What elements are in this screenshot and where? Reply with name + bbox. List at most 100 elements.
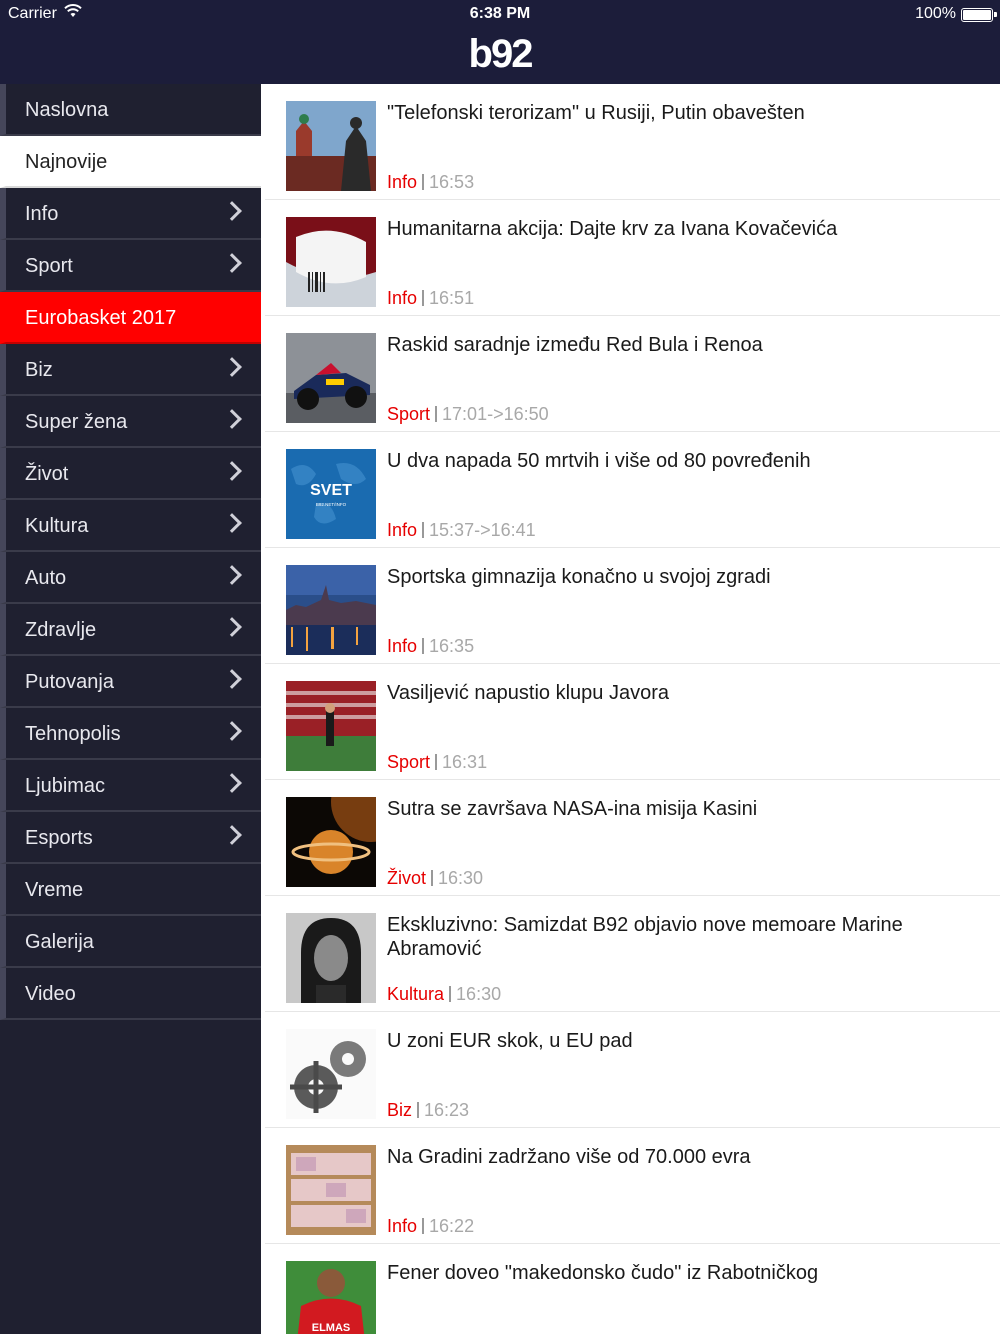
sidebar-item-sport[interactable]: Sport — [0, 240, 261, 292]
sidebar-item-label: Esports — [25, 827, 93, 849]
sidebar-item-putovanja[interactable]: Putovanja — [0, 656, 261, 708]
chevron-right-icon[interactable] — [222, 825, 242, 845]
article-meta: Info 15:37->16:41 — [387, 519, 536, 541]
article-thumbnail[interactable] — [286, 1145, 376, 1235]
article-thumbnail[interactable] — [286, 101, 376, 191]
article-category[interactable]: Kultura — [387, 984, 444, 1004]
sidebar-item-auto[interactable]: Auto — [0, 552, 261, 604]
article-thumbnail[interactable]: SVET B92.NET/INFO — [286, 449, 376, 539]
meta-separator — [422, 1218, 425, 1234]
article-title[interactable]: Ekskluzivno: Samizdat B92 objavio nove m… — [387, 913, 980, 961]
meta-separator — [431, 870, 434, 886]
sidebar-item-zdravlje[interactable]: Zdravlje — [0, 604, 261, 656]
meta-separator — [435, 406, 438, 422]
article-thumbnail[interactable] — [286, 681, 376, 771]
svg-text:ELMAS: ELMAS — [312, 1322, 351, 1334]
article-title[interactable]: U dva napada 50 mrtvih i više od 80 povr… — [387, 449, 980, 473]
article-title[interactable]: Raskid saradnje između Red Bula i Renoa — [387, 333, 980, 357]
article-meta: Info 16:53 — [387, 171, 474, 193]
article-title[interactable]: Na Gradini zadržano više od 70.000 evra — [387, 1145, 980, 1169]
chevron-right-icon[interactable] — [222, 721, 242, 741]
article-title[interactable]: Fener doveo "makedonsko čudo" iz Rabotni… — [387, 1261, 980, 1285]
sidebar-item-label: Info — [25, 203, 59, 225]
article-time: 16:51 — [429, 288, 475, 308]
sidebar-item-super-ena[interactable]: Super žena — [0, 396, 261, 448]
article-title[interactable]: U zoni EUR skok, u EU pad — [387, 1029, 980, 1053]
article-time: 16:30 — [456, 984, 502, 1004]
sidebar-item-label: Super žena — [25, 411, 128, 433]
article-category[interactable]: Info — [387, 520, 417, 540]
battery-percent: 100% — [915, 5, 956, 22]
article-row[interactable]: Vasiljević napustio klupu Javora Sport 16:… — [265, 664, 1000, 780]
article-row[interactable]: Sutra se završava NASA-ina misija Kasini… — [265, 780, 1000, 896]
chevron-right-icon[interactable] — [222, 461, 242, 481]
article-time: 16:35 — [429, 636, 475, 656]
article-meta: Info 16:35 — [387, 635, 474, 657]
article-meta: Sport 16:31 — [387, 751, 487, 773]
article-row[interactable]: Raskid saradnje između Red Bula i Renoa S… — [265, 316, 1000, 432]
sidebar-item-najnovije[interactable]: Najnovije — [0, 136, 261, 188]
article-row[interactable]: "Telefonski terorizam" u Rusiji, Putin o… — [265, 84, 1000, 200]
article-category[interactable]: Info — [387, 636, 417, 656]
article-category[interactable]: Sport — [387, 752, 430, 772]
article-category[interactable]: Biz — [387, 1100, 412, 1120]
article-list: "Telefonski terorizam" u Rusiji, Putin o… — [261, 84, 1000, 1334]
sidebar-menu: Naslovna Najnovije Info Sport Eurobasket 201… — [0, 84, 261, 1334]
article-title[interactable]: "Telefonski terorizam" u Rusiji, Putin o… — [387, 101, 980, 125]
sidebar-item-vreme[interactable]: Vreme — [0, 864, 261, 916]
article-meta: Sport 17:01->16:50 — [387, 403, 549, 425]
article-thumbnail[interactable] — [286, 217, 376, 307]
chevron-right-icon[interactable] — [222, 409, 242, 429]
meta-separator — [417, 1102, 420, 1118]
chevron-right-icon[interactable] — [222, 201, 242, 221]
sidebar-item-ljubimac[interactable]: Ljubimac — [0, 760, 261, 812]
article-title[interactable]: Sutra se završava NASA-ina misija Kasini — [387, 797, 980, 821]
article-row[interactable]: U zoni EUR skok, u EU pad Biz 16:23 — [265, 1012, 1000, 1128]
article-category[interactable]: Život — [387, 868, 426, 888]
article-title[interactable]: Sportska gimnazija konačno u svojoj zgra… — [387, 565, 980, 589]
sidebar-item-label: Video — [25, 983, 76, 1005]
article-category[interactable]: Info — [387, 172, 417, 192]
article-thumbnail[interactable] — [286, 1029, 376, 1119]
article-row[interactable]: Sportska gimnazija konačno u svojoj zgra… — [265, 548, 1000, 664]
article-time: 16:53 — [429, 172, 475, 192]
chevron-right-icon[interactable] — [222, 565, 242, 585]
article-row[interactable]: Na Gradini zadržano više od 70.000 evra I… — [265, 1128, 1000, 1244]
chevron-right-icon[interactable] — [222, 513, 242, 533]
sidebar-item-tehnopolis[interactable]: Tehnopolis — [0, 708, 261, 760]
article-category[interactable]: Sport — [387, 404, 430, 424]
article-thumbnail[interactable] — [286, 913, 376, 1003]
article-row[interactable]: SVET B92.NET/INFO U dva napada 50 mrtvih i… — [265, 432, 1000, 548]
article-thumbnail[interactable] — [286, 797, 376, 887]
sidebar-item-video[interactable]: Video — [0, 968, 261, 1020]
article-category[interactable]: Info — [387, 1216, 417, 1236]
meta-separator — [449, 986, 452, 1002]
chevron-right-icon[interactable] — [222, 253, 242, 273]
article-meta: Biz 16:23 — [387, 1099, 469, 1121]
article-row[interactable]: Ekskluzivno: Samizdat B92 objavio nove m… — [265, 896, 1000, 1012]
sidebar-item-info[interactable]: Info — [0, 188, 261, 240]
article-thumbnail[interactable] — [286, 333, 376, 423]
chevron-right-icon[interactable] — [222, 773, 242, 793]
article-title[interactable]: Vasiljević napustio klupu Javora — [387, 681, 980, 705]
meta-separator — [422, 638, 425, 654]
sidebar-item-naslovna[interactable]: Naslovna — [0, 84, 261, 136]
article-thumbnail[interactable] — [286, 565, 376, 655]
chevron-right-icon[interactable] — [222, 669, 242, 689]
sidebar-item-esports[interactable]: Esports — [0, 812, 261, 864]
sidebar-item-biz[interactable]: Biz — [0, 344, 261, 396]
sidebar-item--ivot[interactable]: Život — [0, 448, 261, 500]
meta-separator — [422, 290, 425, 306]
article-row[interactable]: Humanitarna akcija: Dajte krv za Ivana K… — [265, 200, 1000, 316]
article-category[interactable]: Info — [387, 288, 417, 308]
sidebar-item-galerija[interactable]: Galerija — [0, 916, 261, 968]
article-title[interactable]: Humanitarna akcija: Dajte krv za Ivana K… — [387, 217, 980, 241]
article-row[interactable]: ELMAS Fener doveo "makedonsko čudo" iz Ra… — [265, 1244, 1000, 1334]
chevron-right-icon[interactable] — [222, 617, 242, 637]
b92-logo[interactable]: b92 — [0, 32, 1000, 76]
sidebar-item-kultura[interactable]: Kultura — [0, 500, 261, 552]
sidebar-item-label: Naslovna — [25, 99, 109, 121]
sidebar-item-eurobasket-2017[interactable]: Eurobasket 2017 — [0, 292, 261, 344]
article-thumbnail[interactable]: ELMAS — [286, 1261, 376, 1334]
chevron-right-icon[interactable] — [222, 357, 242, 377]
